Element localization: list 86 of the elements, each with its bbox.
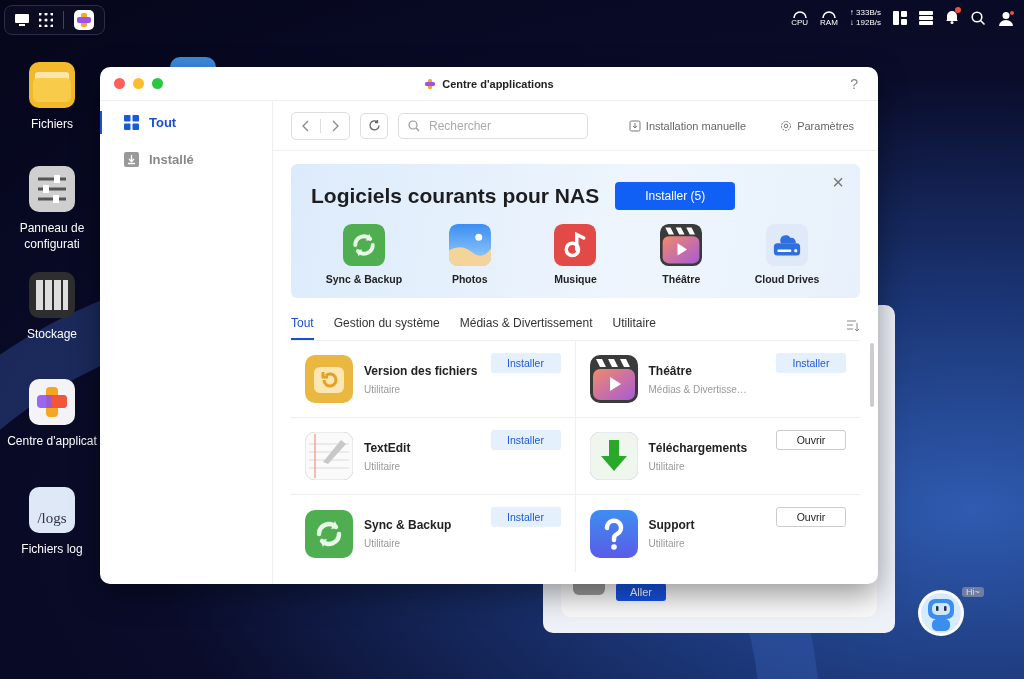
- chevron-right-icon: [331, 119, 339, 132]
- greeting-bubble: Hi~: [962, 587, 984, 597]
- notepad-icon: [305, 432, 353, 480]
- scrollbar[interactable]: [870, 343, 874, 407]
- desktop-icon-label[interactable]: Fichiers: [4, 116, 100, 132]
- category-tab[interactable]: Gestion du système: [333, 316, 440, 340]
- search-icon: [408, 119, 420, 132]
- category-tab[interactable]: Tout: [291, 316, 314, 340]
- sync-icon: [305, 509, 353, 558]
- download-speed: ↓ 192B/s: [849, 18, 881, 28]
- sidebar-item[interactable]: Installé: [100, 148, 272, 171]
- cpu-gauge[interactable]: CPU: [791, 9, 809, 27]
- app-name: Version des fichiers: [364, 363, 479, 378]
- app-label[interactable]: Sync & Backup: [325, 273, 403, 285]
- sidebar-item[interactable]: Tout: [100, 111, 272, 134]
- dashboard-icon[interactable]: [893, 11, 907, 25]
- settings-button[interactable]: Paramètres: [774, 118, 860, 133]
- download-arrow-icon: [589, 432, 638, 480]
- question-mark-icon: [589, 509, 638, 558]
- open-button[interactable]: Ouvrir: [776, 507, 846, 527]
- app-category: Utilitaire: [648, 460, 686, 472]
- refresh-button[interactable]: [360, 112, 388, 139]
- clapperboard-icon: [660, 224, 703, 266]
- grid-icon: [124, 115, 139, 130]
- settings-icon: [780, 119, 793, 132]
- landscape-icon: [448, 224, 491, 266]
- bell-icon[interactable]: [945, 8, 959, 24]
- install-button[interactable]: Installer: [490, 507, 561, 527]
- app-label[interactable]: Musique: [554, 273, 597, 285]
- app-label[interactable]: Cloud Drives: [754, 273, 820, 285]
- sync-icon: [342, 224, 385, 266]
- drive-bays-icon[interactable]: [29, 272, 75, 318]
- category-tab[interactable]: Utilitaire: [612, 316, 656, 340]
- robot-assistant-icon[interactable]: [917, 587, 965, 637]
- clapperboard-icon: [589, 355, 638, 403]
- app-name: Support: [648, 518, 696, 532]
- grid-icon[interactable]: [39, 13, 53, 27]
- install-all-button[interactable]: Installer (5): [615, 182, 736, 210]
- cloud-drive-icon: [766, 224, 809, 266]
- app-name: Téléchargements: [648, 440, 749, 455]
- app-category: Utilitaire: [364, 460, 402, 472]
- monitor-icon[interactable]: [15, 14, 29, 26]
- close-button[interactable]: [114, 78, 125, 89]
- search-field[interactable]: Rechercher: [398, 112, 588, 139]
- app-name: Sync & Backup: [364, 518, 453, 532]
- desktop-icon-label[interactable]: Stockage: [4, 326, 100, 342]
- app-center-icon[interactable]: [74, 10, 94, 30]
- app-icon[interactable]: [170, 57, 216, 67]
- app-name: TextEdit: [364, 440, 412, 455]
- app-category: Utilitaire: [364, 538, 402, 549]
- app-category: Utilitaire: [648, 538, 686, 549]
- download-box-icon: [628, 119, 641, 132]
- install-button[interactable]: Installer: [490, 430, 561, 450]
- category-tab[interactable]: Médias & Divertissement: [459, 316, 593, 340]
- app-name: Théâtre: [648, 363, 693, 378]
- download-icon: [124, 152, 139, 167]
- banner-title: Logiciels courants pour NAS: [311, 184, 600, 208]
- window-title: Centre d'applications: [442, 77, 554, 90]
- install-button[interactable]: Installer: [776, 353, 846, 373]
- app-center-icon: [424, 77, 437, 90]
- install-button[interactable]: Installer: [490, 353, 561, 373]
- app-category: Utilitaire: [364, 383, 402, 395]
- user-icon[interactable]: [998, 10, 1014, 26]
- desktop-icon-label[interactable]: Fichiers log: [4, 541, 100, 557]
- search-icon[interactable]: [971, 10, 986, 26]
- server-icon[interactable]: [919, 11, 933, 25]
- folder-icon[interactable]: [29, 62, 75, 108]
- desktop-icon-label[interactable]: Centre d'applicat: [4, 433, 100, 449]
- app-category: Médias & Divertisse…: [648, 383, 748, 395]
- sort-icon[interactable]: [847, 320, 860, 332]
- folder-restore-icon: [305, 355, 353, 403]
- app-center-icon[interactable]: [29, 379, 75, 425]
- manual-install-button[interactable]: Installation manuelle: [622, 118, 753, 133]
- music-note-icon: [554, 224, 597, 266]
- log-file-icon[interactable]: /logs: [29, 487, 75, 533]
- open-button[interactable]: Ouvrir: [776, 430, 846, 450]
- refresh-icon: [367, 119, 381, 132]
- help-button[interactable]: ?: [844, 74, 864, 93]
- chevron-left-icon: [302, 119, 310, 132]
- upload-speed: ↑ 333B/s: [849, 8, 881, 18]
- desktop-icon-label[interactable]: Panneau de configurati: [4, 220, 100, 252]
- sliders-icon[interactable]: [29, 166, 75, 212]
- app-label[interactable]: Théâtre: [662, 273, 701, 285]
- ram-gauge[interactable]: RAM: [820, 9, 838, 27]
- close-button[interactable]: ×: [826, 170, 850, 195]
- app-label[interactable]: Photos: [451, 273, 488, 285]
